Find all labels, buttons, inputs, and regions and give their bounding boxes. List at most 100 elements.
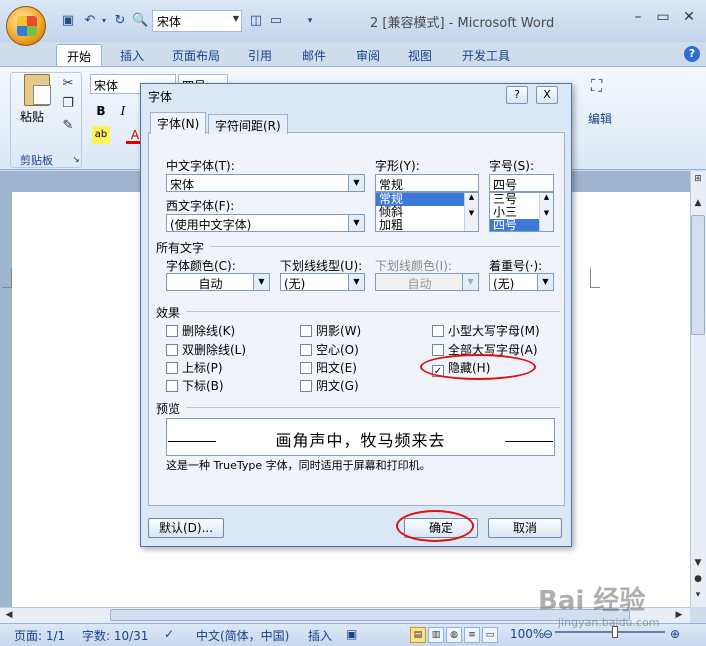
double-strikethrough-checkbox[interactable]: 双删除线(L) <box>166 341 246 358</box>
tab-character-spacing[interactable]: 字符间距(R) <box>208 114 288 134</box>
zoom-out-icon[interactable]: ⊖ <box>543 627 553 641</box>
scroll-down-icon[interactable]: ▼ <box>691 556 705 570</box>
italic-button[interactable]: I <box>114 102 132 120</box>
tab-review[interactable]: 审阅 <box>346 44 390 66</box>
chevron-down-icon[interactable]: ▼ <box>537 274 553 290</box>
west-font-combo[interactable]: (使用中文字体) ▼ <box>166 214 365 232</box>
subscript-checkbox[interactable]: 下标(B) <box>166 377 224 394</box>
close-window-icon[interactable]: ✕ <box>678 8 700 26</box>
next-page-icon[interactable]: ▾ <box>691 588 705 602</box>
tab-mailings[interactable]: 邮件 <box>292 44 336 66</box>
strikethrough-checkbox[interactable]: 删除线(K) <box>166 322 235 339</box>
checkbox-box[interactable] <box>432 344 444 356</box>
checkbox-box[interactable] <box>166 344 178 356</box>
qat-font-combo[interactable]: 宋体 ▼ <box>152 10 242 32</box>
ruler-toggle-icon[interactable]: ⊞ <box>691 172 705 186</box>
word-count[interactable]: 字数: 10/31 <box>82 627 148 644</box>
scroll-up-icon[interactable]: ▲ <box>691 196 705 210</box>
font-color-combo[interactable]: 自动 ▼ <box>166 273 270 291</box>
style-input[interactable]: 常规 <box>375 174 479 192</box>
style-listbox[interactable]: 常规 倾斜 加粗 ▲ ▼ <box>375 192 479 232</box>
print-layout-view-icon[interactable]: ▤ <box>410 627 426 643</box>
open-folder-icon[interactable]: ▭ <box>268 13 284 29</box>
checkbox-box[interactable] <box>432 325 444 337</box>
zoom-level[interactable]: 100% <box>510 627 544 641</box>
shadow-checkbox[interactable]: 阴影(W) <box>300 322 361 339</box>
outline-view-icon[interactable]: ≡ <box>464 627 480 643</box>
checkbox-box[interactable] <box>166 325 178 337</box>
tab-font[interactable]: 字体(N) <box>150 112 207 134</box>
cancel-button[interactable]: 取消 <box>488 518 562 538</box>
help-icon[interactable]: ? <box>684 46 700 62</box>
draft-view-icon[interactable]: ▭ <box>482 627 498 643</box>
emboss-checkbox[interactable]: 阳文(E) <box>300 359 357 376</box>
maximize-icon[interactable]: ▭ <box>652 8 674 26</box>
style-option-bold[interactable]: 加粗 <box>376 219 478 232</box>
checkbox-box[interactable] <box>300 325 312 337</box>
tab-references[interactable]: 引用 <box>238 44 282 66</box>
dialog-help-button[interactable]: ? <box>506 86 528 104</box>
web-layout-view-icon[interactable]: ◍ <box>446 627 462 643</box>
fullscreen-reading-view-icon[interactable]: ▥ <box>428 627 444 643</box>
proofing-icon[interactable]: ✓ <box>164 627 174 641</box>
office-button[interactable] <box>6 6 46 46</box>
checkbox-box[interactable] <box>166 362 178 374</box>
checkbox-box[interactable] <box>300 344 312 356</box>
browse-object-icon[interactable]: ● <box>691 572 705 586</box>
paste-icon[interactable] <box>24 74 51 106</box>
tab-page-layout[interactable]: 页面布局 <box>162 44 230 66</box>
format-painter-icon[interactable]: ✎ <box>60 118 76 134</box>
language-indicator[interactable]: 中文(简体，中国) <box>196 627 289 644</box>
copy-style-icon[interactable]: ◫ <box>248 13 264 29</box>
engrave-checkbox[interactable]: 阴文(G) <box>300 377 359 394</box>
bold-button[interactable]: B <box>92 102 110 120</box>
tab-home[interactable]: 开始 <box>56 44 103 66</box>
binoculars-icon[interactable]: ⛶ <box>591 76 602 96</box>
insert-mode[interactable]: 插入 <box>308 627 332 644</box>
tab-developer[interactable]: 开发工具 <box>452 44 520 66</box>
default-button[interactable]: 默认(D)... <box>148 518 224 538</box>
scroll-right-icon[interactable]: ▶ <box>672 608 686 622</box>
page-count[interactable]: 页面: 1/1 <box>14 627 65 644</box>
checkbox-box[interactable] <box>166 380 178 392</box>
vertical-scroll-thumb[interactable] <box>691 215 705 335</box>
tab-view[interactable]: 视图 <box>398 44 442 66</box>
minimize-icon[interactable]: – <box>627 8 649 26</box>
undo-dropdown-icon[interactable]: ▾ <box>96 13 112 29</box>
checkbox-box[interactable] <box>300 362 312 374</box>
cn-font-combo[interactable]: 宋体 ▼ <box>166 174 365 192</box>
style-list-scrollbar[interactable]: ▲ ▼ <box>464 193 478 231</box>
underline-style-label: 下划线线型(U): <box>280 259 363 273</box>
small-caps-checkbox[interactable]: 小型大写字母(M) <box>432 322 540 339</box>
emphasis-combo[interactable]: (无) ▼ <box>489 273 554 291</box>
size-input[interactable]: 四号 <box>489 174 554 192</box>
cut-icon[interactable]: ✂ <box>60 76 76 92</box>
paste-button-label[interactable]: 粘贴 <box>20 108 44 125</box>
zoom-slider-track[interactable] <box>555 631 665 633</box>
superscript-checkbox[interactable]: 上标(P) <box>166 359 223 376</box>
size-listbox[interactable]: 三号 小三 四号 ▲ ▼ <box>489 192 554 232</box>
dialog-launcher-icon[interactable]: ↘ <box>68 152 84 168</box>
chevron-down-icon[interactable]: ▼ <box>348 215 364 231</box>
print-preview-icon[interactable]: 🔍 <box>132 13 148 29</box>
size-list-scrollbar[interactable]: ▲ ▼ <box>539 193 553 231</box>
tab-insert[interactable]: 插入 <box>110 44 154 66</box>
divider <box>186 407 560 408</box>
editing-button-label[interactable]: 编辑 <box>588 110 612 127</box>
redo-icon[interactable]: ↻ <box>112 13 128 29</box>
outline-checkbox[interactable]: 空心(O) <box>300 341 359 358</box>
zoom-in-icon[interactable]: ⊕ <box>670 627 680 641</box>
customize-qat-icon[interactable]: ▾ <box>302 13 318 29</box>
dialog-close-button[interactable]: X <box>536 86 558 104</box>
copy-icon[interactable]: ❐ <box>60 96 76 112</box>
chevron-down-icon[interactable]: ▼ <box>348 175 364 191</box>
save-icon[interactable]: ▣ <box>60 13 76 29</box>
scroll-left-icon[interactable]: ◀ <box>2 608 16 622</box>
style-label: 字形(Y): <box>375 159 420 173</box>
checkbox-box[interactable] <box>300 380 312 392</box>
underline-style-combo[interactable]: (无) ▼ <box>280 273 365 291</box>
highlight-icon[interactable]: ab <box>92 126 110 144</box>
chevron-down-icon[interactable]: ▼ <box>348 274 364 290</box>
chevron-down-icon[interactable]: ▼ <box>253 274 269 290</box>
macro-record-icon[interactable]: ▣ <box>346 627 357 641</box>
